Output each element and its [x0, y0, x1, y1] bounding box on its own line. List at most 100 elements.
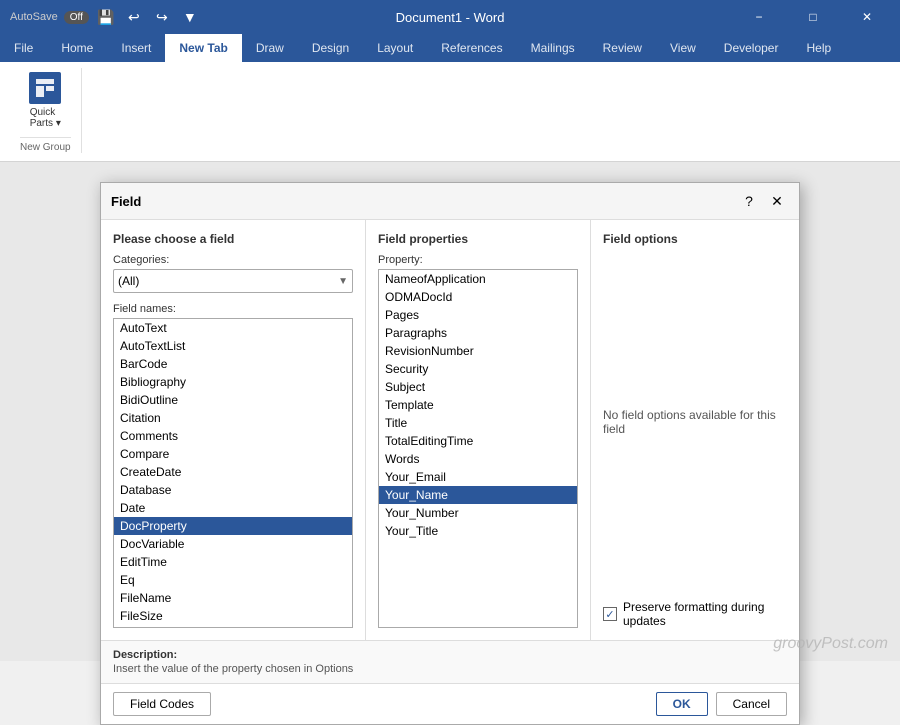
tab-view[interactable]: View: [656, 34, 710, 62]
list-item[interactable]: AutoText: [114, 319, 352, 337]
preserve-formatting-row: Preserve formatting during updates: [603, 590, 787, 628]
list-item[interactable]: CreateDate: [114, 463, 352, 481]
field-dialog: Field ? ✕ Please choose a field Categori…: [100, 182, 800, 725]
prop-item[interactable]: Title: [379, 414, 577, 432]
maximize-button[interactable]: □: [790, 0, 836, 34]
quick-parts-label: QuickParts ▾: [30, 107, 61, 129]
list-item[interactable]: Fill-in: [114, 625, 352, 628]
customize-button[interactable]: ▼: [179, 6, 201, 28]
list-item[interactable]: FileSize: [114, 607, 352, 625]
title-bar-left: AutoSave Off 💾 ↩ ↪ ▼: [10, 6, 201, 28]
ribbon-content: QuickParts ▾ New Group: [0, 62, 900, 161]
panel-field-options: Field options No field options available…: [591, 220, 799, 640]
dialog-close-button[interactable]: ✕: [765, 189, 789, 213]
list-item[interactable]: Compare: [114, 445, 352, 463]
tab-developer[interactable]: Developer: [710, 34, 793, 62]
undo-button[interactable]: ↩: [123, 6, 145, 28]
prop-item[interactable]: TotalEditingTime: [379, 432, 577, 450]
autosave-toggle[interactable]: Off: [64, 11, 89, 24]
tab-mailings[interactable]: Mailings: [517, 34, 589, 62]
tab-new-tab[interactable]: New Tab: [165, 34, 241, 62]
list-item[interactable]: EditTime: [114, 553, 352, 571]
no-options-message: No field options available for this fiel…: [603, 254, 787, 590]
panel-field-properties: Field properties Property: NameofApplica…: [366, 220, 591, 640]
prop-item[interactable]: Words: [379, 450, 577, 468]
field-options-title: Field options: [603, 232, 787, 246]
properties-list[interactable]: NameofApplication ODMADocId Pages Paragr…: [378, 269, 578, 628]
prop-item[interactable]: Pages: [379, 306, 577, 324]
tab-file[interactable]: File: [0, 34, 47, 62]
quick-parts-icon: [29, 72, 61, 104]
categories-select[interactable]: (All) ▼: [113, 269, 353, 293]
new-group-label: New Group: [20, 137, 71, 153]
list-item[interactable]: Database: [114, 481, 352, 499]
redo-button[interactable]: ↪: [151, 6, 173, 28]
prop-item[interactable]: Your_Title: [379, 522, 577, 540]
list-item[interactable]: BidiOutline: [114, 391, 352, 409]
dialog-overlay: Field ? ✕ Please choose a field Categori…: [0, 162, 900, 661]
list-item[interactable]: Citation: [114, 409, 352, 427]
document-title: Document1 - Word: [396, 10, 505, 25]
prop-item[interactable]: Template: [379, 396, 577, 414]
list-item-doc-property[interactable]: DocProperty: [114, 517, 352, 535]
dialog-footer: Field Codes OK Cancel: [101, 683, 799, 724]
categories-label: Categories:: [113, 254, 353, 266]
quick-parts-button[interactable]: QuickParts ▾: [23, 68, 67, 133]
field-codes-button[interactable]: Field Codes: [113, 692, 211, 716]
categories-value: (All): [118, 274, 139, 288]
prop-item[interactable]: Paragraphs: [379, 324, 577, 342]
prop-item[interactable]: Security: [379, 360, 577, 378]
preserve-formatting-label: Preserve formatting during updates: [623, 600, 787, 628]
list-item[interactable]: Bibliography: [114, 373, 352, 391]
list-item[interactable]: Eq: [114, 571, 352, 589]
list-item[interactable]: Date: [114, 499, 352, 517]
cancel-button[interactable]: Cancel: [716, 692, 787, 716]
autosave-label: AutoSave: [10, 11, 58, 23]
prop-item[interactable]: Subject: [379, 378, 577, 396]
ribbon: File Home Insert New Tab Draw Design Lay…: [0, 34, 900, 162]
dialog-title-buttons: ? ✕: [737, 189, 789, 213]
tab-insert[interactable]: Insert: [107, 34, 165, 62]
list-item[interactable]: FileName: [114, 589, 352, 607]
description-area: Description: Insert the value of the pro…: [101, 640, 799, 683]
prop-item[interactable]: RevisionNumber: [379, 342, 577, 360]
minimize-button[interactable]: −: [736, 0, 782, 34]
list-item[interactable]: BarCode: [114, 355, 352, 373]
ribbon-group-quick-parts: QuickParts ▾ New Group: [10, 68, 82, 153]
dialog-help-button[interactable]: ?: [737, 189, 761, 213]
field-props-title: Field properties: [378, 232, 578, 246]
tab-references[interactable]: References: [427, 34, 516, 62]
tab-review[interactable]: Review: [589, 34, 656, 62]
field-names-label: Field names:: [113, 303, 353, 315]
dialog-title: Field: [111, 194, 141, 209]
tab-home[interactable]: Home: [47, 34, 107, 62]
list-item[interactable]: DocVariable: [114, 535, 352, 553]
property-label: Property:: [378, 254, 578, 266]
window-controls: − □ ✕: [736, 0, 890, 34]
preserve-formatting-checkbox[interactable]: [603, 607, 617, 621]
tab-draw[interactable]: Draw: [242, 34, 298, 62]
prop-item[interactable]: Your_Email: [379, 468, 577, 486]
prop-item[interactable]: Your_Number: [379, 504, 577, 522]
list-item[interactable]: Comments: [114, 427, 352, 445]
tab-help[interactable]: Help: [792, 34, 845, 62]
prop-item-your-name[interactable]: Your_Name: [379, 486, 577, 504]
prop-item[interactable]: ODMADocId: [379, 288, 577, 306]
footer-right-buttons: OK Cancel: [656, 692, 787, 716]
dialog-body: Please choose a field Categories: (All) …: [101, 220, 799, 640]
field-names-list[interactable]: AutoText AutoTextList BarCode Bibliograp…: [113, 318, 353, 628]
description-text: Insert the value of the property chosen …: [113, 663, 787, 675]
dialog-titlebar: Field ? ✕: [101, 183, 799, 220]
panel-choose-field: Please choose a field Categories: (All) …: [101, 220, 366, 640]
prop-item[interactable]: NameofApplication: [379, 270, 577, 288]
title-bar: AutoSave Off 💾 ↩ ↪ ▼ Document1 - Word − …: [0, 0, 900, 34]
save-button[interactable]: 💾: [95, 6, 117, 28]
description-title: Description:: [113, 649, 787, 661]
list-item[interactable]: AutoTextList: [114, 337, 352, 355]
close-button[interactable]: ✕: [844, 0, 890, 34]
ok-button[interactable]: OK: [656, 692, 708, 716]
tab-design[interactable]: Design: [298, 34, 363, 62]
ribbon-tabs: File Home Insert New Tab Draw Design Lay…: [0, 34, 900, 62]
tab-layout[interactable]: Layout: [363, 34, 427, 62]
choose-field-title: Please choose a field: [113, 232, 353, 246]
